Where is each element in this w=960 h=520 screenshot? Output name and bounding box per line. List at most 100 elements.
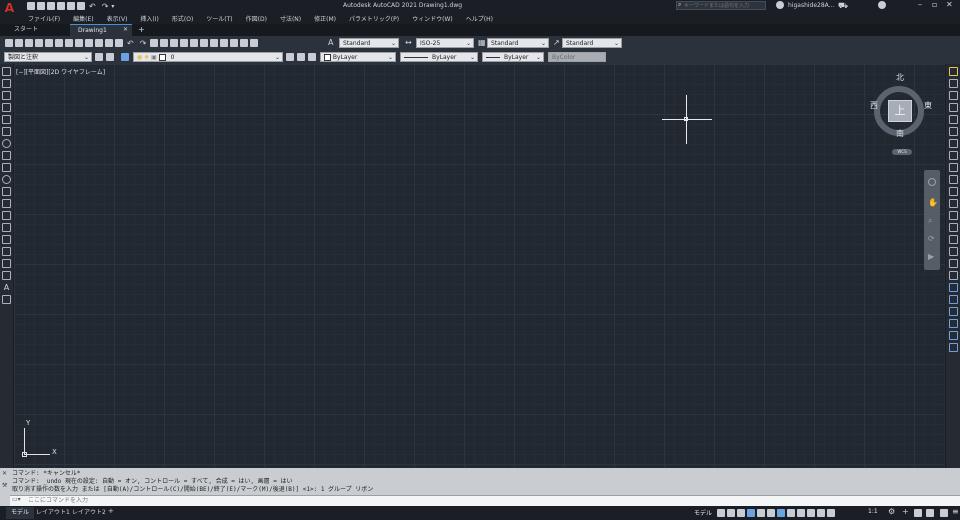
table-icon[interactable]: [2, 271, 11, 280]
plotstyle-select[interactable]: ByColor: [548, 52, 606, 62]
annotation-visibility-icon[interactable]: [817, 509, 825, 517]
gear-icon[interactable]: [95, 53, 103, 61]
compass-north[interactable]: 北: [896, 72, 904, 83]
construction-line-icon[interactable]: [2, 79, 11, 88]
zoom-window-icon[interactable]: [170, 39, 179, 47]
workspace-select[interactable]: 製図と注釈 ⌄: [4, 52, 92, 62]
offset-icon[interactable]: [949, 103, 958, 112]
mleader-style-select[interactable]: Standard ⌄: [562, 38, 622, 48]
extend-icon[interactable]: [949, 187, 958, 196]
menu-item-3[interactable]: 挿入(I): [140, 14, 158, 23]
viewcube[interactable]: 上 北 南 東 西 WCS: [870, 72, 936, 155]
color-select[interactable]: ByLayer ⌄: [320, 52, 396, 62]
search-box[interactable]: ⌕: [676, 1, 766, 10]
undo-icon[interactable]: ↶: [127, 39, 134, 48]
isodraft-icon[interactable]: [757, 509, 765, 517]
compass-west[interactable]: 西: [870, 100, 878, 111]
close-icon[interactable]: ✕: [123, 26, 128, 33]
move-icon[interactable]: [949, 127, 958, 136]
transparency-icon[interactable]: [797, 509, 805, 517]
menu-item-0[interactable]: ファイル(F): [28, 14, 60, 23]
zoom-extents-icon[interactable]: ⌕: [928, 216, 932, 226]
layer-properties-icon[interactable]: [121, 53, 129, 61]
table-style-select[interactable]: Standard ⌄: [487, 38, 549, 48]
mirror-icon[interactable]: [949, 91, 958, 100]
new-icon[interactable]: [27, 2, 35, 10]
hardware-acceleration-icon[interactable]: [926, 509, 934, 517]
point-icon[interactable]: [2, 223, 11, 232]
array-icon[interactable]: [949, 115, 958, 124]
minimize-icon[interactable]: –: [918, 0, 922, 9]
text-style-select[interactable]: Standard ⌄: [339, 38, 399, 48]
save-icon[interactable]: [47, 2, 55, 10]
autoscale-icon[interactable]: [827, 509, 835, 517]
draworder-back-icon[interactable]: [949, 295, 958, 304]
menu-item-10[interactable]: ウィンドウ(W): [412, 14, 453, 23]
text-to-front-icon[interactable]: [949, 331, 958, 340]
linetype-select[interactable]: ByLayer ⌄: [400, 52, 478, 62]
wcs-menu[interactable]: WCS: [892, 149, 912, 155]
polar-icon[interactable]: [747, 509, 755, 517]
explode-icon[interactable]: [949, 271, 958, 280]
zoom-previous-icon[interactable]: [180, 39, 189, 47]
rectangle-icon[interactable]: [2, 115, 11, 124]
insert-block-icon[interactable]: [2, 199, 11, 208]
properties-icon[interactable]: [190, 39, 199, 47]
tab-model[interactable]: モデル: [6, 507, 34, 519]
steering-wheel-icon[interactable]: [928, 178, 936, 186]
rotate-icon[interactable]: [949, 139, 958, 148]
circle-icon[interactable]: [2, 139, 11, 148]
region-icon[interactable]: [2, 259, 11, 268]
open-icon[interactable]: [37, 2, 45, 10]
layer-select[interactable]: ● ✹ ▣ 0 ⌄: [133, 52, 283, 62]
chevron-down-icon[interactable]: ▾: [111, 3, 114, 10]
zoom-icon[interactable]: [160, 39, 169, 47]
quickcalc-icon[interactable]: [240, 39, 249, 47]
gradient-icon[interactable]: [2, 247, 11, 256]
fillet-icon[interactable]: [949, 247, 958, 256]
command-line[interactable]: ▭▾: [10, 495, 960, 506]
blend-icon[interactable]: [949, 259, 958, 268]
block-editor-icon[interactable]: [115, 39, 123, 47]
make-current-icon[interactable]: [286, 53, 294, 61]
pan-icon[interactable]: [150, 39, 159, 47]
orbit-icon[interactable]: ⟳: [928, 234, 935, 243]
workspace-icon[interactable]: [106, 53, 114, 61]
isolate-objects-icon[interactable]: [914, 509, 922, 517]
new-tab-icon[interactable]: +: [138, 25, 145, 34]
save-as-icon[interactable]: [57, 2, 65, 10]
polygon-icon[interactable]: [2, 103, 11, 112]
snap-icon[interactable]: [727, 509, 735, 517]
command-input[interactable]: [28, 497, 928, 504]
tab-layout1[interactable]: レイアウト1: [36, 507, 70, 519]
draworder-under-icon[interactable]: [949, 319, 958, 328]
menu-item-8[interactable]: 修正(M): [314, 14, 336, 23]
break-at-point-icon[interactable]: [949, 199, 958, 208]
menu-item-1[interactable]: 編集(E): [73, 14, 93, 23]
draworder-front-icon[interactable]: [949, 283, 958, 292]
plus-icon[interactable]: +: [902, 507, 909, 516]
object-snap-icon[interactable]: [777, 509, 785, 517]
pan-icon[interactable]: ✋: [928, 198, 938, 207]
ellipse-icon[interactable]: [2, 175, 11, 184]
close-icon[interactable]: ✕: [2, 470, 7, 477]
ortho-icon[interactable]: [737, 509, 745, 517]
customization-icon[interactable]: ≡: [952, 507, 959, 516]
chamfer-icon[interactable]: [949, 235, 958, 244]
save-icon[interactable]: [25, 39, 33, 47]
design-center-icon[interactable]: [200, 39, 209, 47]
line-icon[interactable]: [2, 67, 11, 76]
render-icon[interactable]: [65, 39, 73, 47]
trim-icon[interactable]: [949, 175, 958, 184]
search-input[interactable]: [684, 2, 764, 9]
make-block-icon[interactable]: [2, 211, 11, 220]
layer-previous-icon[interactable]: [297, 53, 305, 61]
model-space-button[interactable]: モデル: [694, 508, 712, 517]
user-name[interactable]: higashide28A...: [788, 2, 834, 9]
erase-icon[interactable]: [949, 67, 958, 76]
gear-icon[interactable]: ⚙: [888, 507, 895, 516]
hatch-icon[interactable]: [2, 235, 11, 244]
clean-screen-icon[interactable]: [940, 509, 948, 517]
drawing-canvas[interactable]: [−][平面図][2D ワイヤフレーム] 上 北 南 東 西 WCS ✋ ⌕ ⟳…: [14, 64, 945, 468]
new-icon[interactable]: [5, 39, 13, 47]
